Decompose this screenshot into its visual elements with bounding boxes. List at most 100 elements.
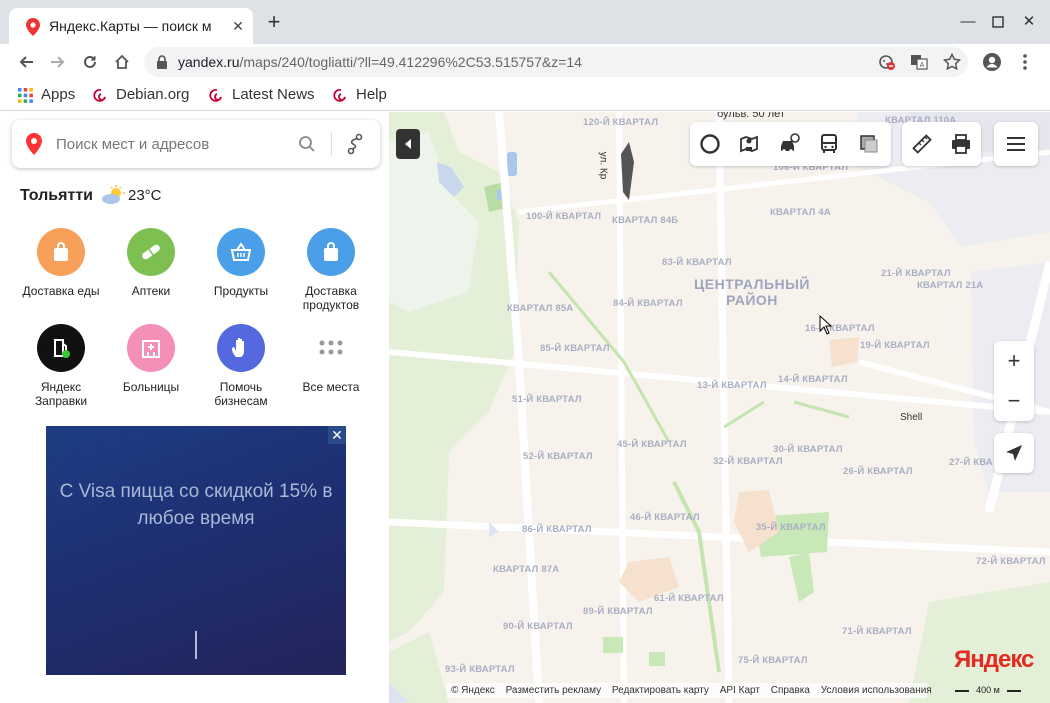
new-tab-button[interactable]: +: [262, 11, 286, 35]
category-food-delivery[interactable]: Доставка еды: [16, 228, 106, 298]
profile-avatar-icon[interactable]: [982, 52, 1002, 72]
footer-api-link[interactable]: API Карт: [720, 685, 760, 696]
quarter-label: 71-Й КВАРТАЛ: [842, 626, 912, 637]
pill-icon: [142, 244, 160, 260]
quarter-label: 85-Й КВАРТАЛ: [540, 343, 610, 354]
geolocation-button[interactable]: [994, 433, 1034, 473]
ad-close-icon[interactable]: ✕: [328, 426, 346, 444]
quarter-label: 86-Й КВАРТАЛ: [522, 524, 592, 535]
browser-tab-strip: Яндекс.Карты — поиск м ✕ + — ✕: [0, 0, 1050, 44]
category-groceries[interactable]: Продукты: [196, 228, 286, 298]
zoom-out-button[interactable]: −: [994, 381, 1034, 421]
quarter-label: 32-Й КВАРТАЛ: [713, 456, 783, 467]
street-label-vertical: ул. Кр: [597, 151, 609, 180]
collapse-sidebar-button[interactable]: [396, 129, 420, 159]
forward-button[interactable]: [45, 49, 71, 75]
map-layers-toolbar: [690, 122, 891, 166]
traffic-icon[interactable]: [778, 133, 800, 155]
footer-terms-link[interactable]: Условия использования: [821, 685, 932, 696]
street-view-icon[interactable]: [738, 133, 760, 155]
quarter-label: 100-Й КВАРТАЛ: [526, 211, 602, 222]
map-menu-button[interactable]: [994, 122, 1038, 166]
zoom-in-button[interactable]: +: [994, 341, 1034, 381]
street-label-boulevard: бульв. 50 лет: [717, 112, 785, 120]
quarter-label: КВАРТАЛ 84Б: [612, 215, 679, 226]
transit-bus-icon[interactable]: [818, 133, 840, 155]
bookmark-apps[interactable]: Apps: [18, 85, 75, 105]
footer-edit-map-link[interactable]: Редактировать карту: [612, 685, 709, 696]
shell-station-label[interactable]: Shell: [900, 412, 922, 423]
footer-advertise-link[interactable]: Разместить рекламу: [506, 685, 602, 696]
mouse-pointer-icon: [819, 315, 833, 335]
window-maximize-button[interactable]: [988, 12, 1008, 32]
map-tools-toolbar: [902, 122, 981, 166]
bookmark-help[interactable]: Help: [333, 85, 387, 105]
search-box: [12, 120, 380, 168]
bookmark-latest-news[interactable]: Latest News: [209, 85, 315, 105]
bookmarks-bar: Apps Debian.org Latest News Help: [0, 80, 1050, 111]
advertisement-banner[interactable]: ✕ С Visa пицца со скидкой 15% в любое вр…: [46, 426, 346, 675]
window-close-button[interactable]: ✕: [1019, 12, 1039, 32]
reload-button[interactable]: [77, 49, 103, 75]
map-footer-links: © Яндекс Разместить рекламу Редактироват…: [447, 683, 932, 698]
home-button[interactable]: [109, 49, 135, 75]
bookmark-star-icon[interactable]: [943, 53, 961, 71]
quarter-label: 93-Й КВАРТАЛ: [445, 664, 515, 675]
category-hospitals[interactable]: Больницы: [106, 324, 196, 394]
debian-swirl-icon: [209, 88, 222, 102]
ad-text-cursor: [195, 631, 197, 659]
footer-help-link[interactable]: Справка: [771, 685, 810, 696]
quarter-label: 13-Й КВАРТАЛ: [697, 380, 767, 391]
cookie-blocked-icon[interactable]: [878, 53, 896, 71]
bookmark-debian[interactable]: Debian.org: [93, 85, 189, 105]
quarter-label: 75-Й КВАРТАЛ: [738, 655, 808, 666]
navigation-arrow-icon: [1006, 445, 1022, 461]
quarter-label: 120-Й КВАРТАЛ: [583, 117, 659, 128]
map-layers-icon[interactable]: [858, 133, 880, 155]
footer-copyright[interactable]: © Яндекс: [451, 685, 495, 696]
chevron-left-icon: [405, 139, 411, 149]
yandex-maps-favicon-icon: [26, 18, 40, 36]
hand-icon: [232, 338, 244, 357]
location-pin-icon: [26, 133, 42, 155]
map-background: [389, 112, 1050, 703]
apps-grid-icon: [18, 87, 33, 103]
shopping-bag-icon: [324, 242, 338, 261]
back-button[interactable]: [13, 49, 39, 75]
quarter-label: КВАРТАЛ 4А: [770, 207, 831, 218]
search-input[interactable]: [56, 132, 286, 156]
zoom-control: + −: [994, 341, 1034, 421]
browser-tab-active[interactable]: Яндекс.Карты — поиск м ✕: [9, 8, 253, 44]
map-canvas[interactable]: бульв. 50 лет ул. Кр 120-Й КВАРТАЛ КВАРТ…: [389, 112, 1050, 703]
quarter-label: 14-Й КВАРТАЛ: [778, 374, 848, 385]
hospital-icon: [142, 340, 160, 358]
category-yandex-fuel[interactable]: Яндекс Заправки: [16, 324, 106, 408]
map-scale-bar[interactable]: 400 м: [955, 684, 1021, 698]
district-label: ЦЕНТРАЛЬНЫЙ РАЙОН: [694, 276, 810, 308]
quarter-label: 84-Й КВАРТАЛ: [613, 298, 683, 309]
temperature: 23°C: [128, 187, 162, 204]
print-icon[interactable]: [950, 133, 972, 155]
quarter-label: КВАРТАЛ 85А: [507, 303, 574, 314]
category-pharmacies[interactable]: Аптеки: [106, 228, 196, 298]
quarter-label: 61-Й КВАРТАЛ: [654, 593, 724, 604]
address-bar[interactable]: yandex.ru/maps/240/togliatti/?ll=49.4122…: [144, 47, 968, 77]
category-all-places[interactable]: Все места: [286, 324, 376, 394]
translate-icon[interactable]: A: [910, 53, 928, 71]
lock-icon: [157, 55, 167, 69]
browser-menu-icon[interactable]: [1015, 52, 1035, 72]
category-grocery-delivery[interactable]: Доставка продуктов: [286, 228, 376, 312]
quarter-label: 45-Й КВАРТАЛ: [617, 439, 687, 450]
search-icon[interactable]: [298, 135, 316, 153]
debian-swirl-icon: [333, 88, 346, 102]
quarter-label: 16-Й КВАРТАЛ: [805, 323, 875, 334]
tab-close-icon[interactable]: ✕: [229, 17, 247, 35]
yandex-logo[interactable]: Яндекс: [954, 646, 1034, 674]
shopping-bag-icon: [54, 242, 68, 261]
ruler-icon[interactable]: [911, 133, 933, 155]
route-icon[interactable]: [344, 133, 366, 155]
window-minimize-button[interactable]: —: [958, 12, 978, 32]
city-name[interactable]: Тольятти: [20, 187, 93, 205]
panorama-icon[interactable]: [699, 133, 721, 155]
category-help-business[interactable]: Помочь бизнесам: [196, 324, 286, 408]
